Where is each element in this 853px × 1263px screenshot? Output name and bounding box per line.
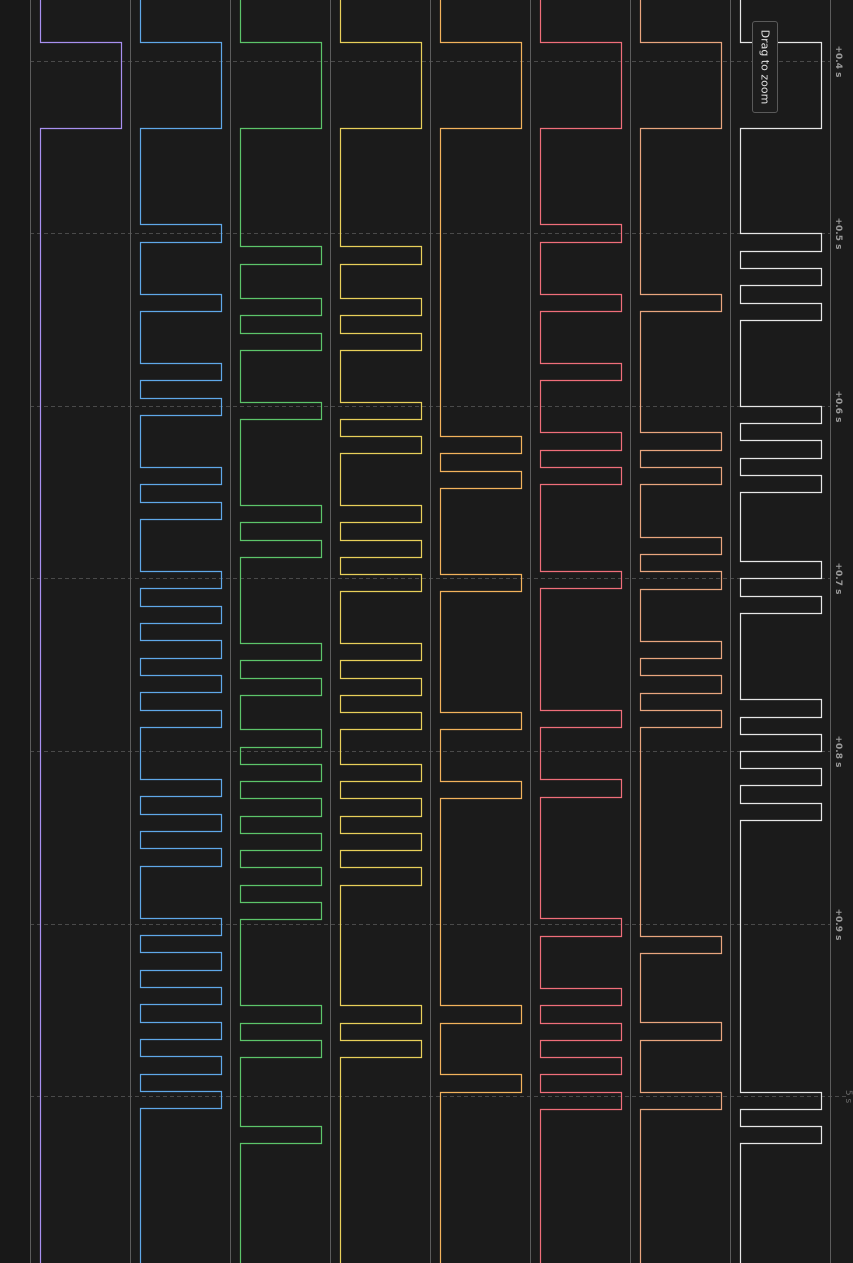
time-tick-label: +0.5 s — [833, 218, 843, 250]
channel-2-trace — [139, 0, 223, 1263]
waveform-viewer[interactable]: +0.4 s +0.5 s +0.6 s +0.7 s +0.8 s +0.9 s5 s … — [0, 0, 853, 1263]
lane-separators — [30, 0, 831, 1263]
time-tick-label: +0.6 s — [833, 391, 843, 423]
tooltip-text: Drag to zoom — [758, 29, 772, 105]
time-tick-label: +0.8 s — [833, 736, 843, 768]
time-tick-label: +0.9 s — [833, 909, 843, 941]
channel-3-trace — [239, 0, 323, 1263]
channel-1-trace — [39, 0, 123, 1263]
channel-4-trace — [339, 0, 423, 1263]
drag-to-zoom-tooltip: Drag to zoom — [752, 21, 778, 113]
time-axis: +0.4 s +0.5 s +0.6 s +0.7 s +0.8 s +0.9 s 5 s — [833, 46, 853, 1104]
time-tick-label: 5 s — [843, 1090, 853, 1104]
time-tick-label: +0.4 s — [833, 46, 843, 78]
channel-6-trace — [539, 0, 623, 1263]
time-grid — [30, 0, 846, 1263]
channel-5-trace — [439, 0, 523, 1263]
waveform-plot[interactable]: +0.4 s +0.5 s +0.6 s +0.7 s +0.8 s +0.9 s 5 s — [0, 0, 853, 1263]
channel-8-trace — [739, 0, 823, 1263]
channel-7-trace — [639, 0, 723, 1263]
time-tick-label: +0.7 s — [833, 563, 843, 595]
